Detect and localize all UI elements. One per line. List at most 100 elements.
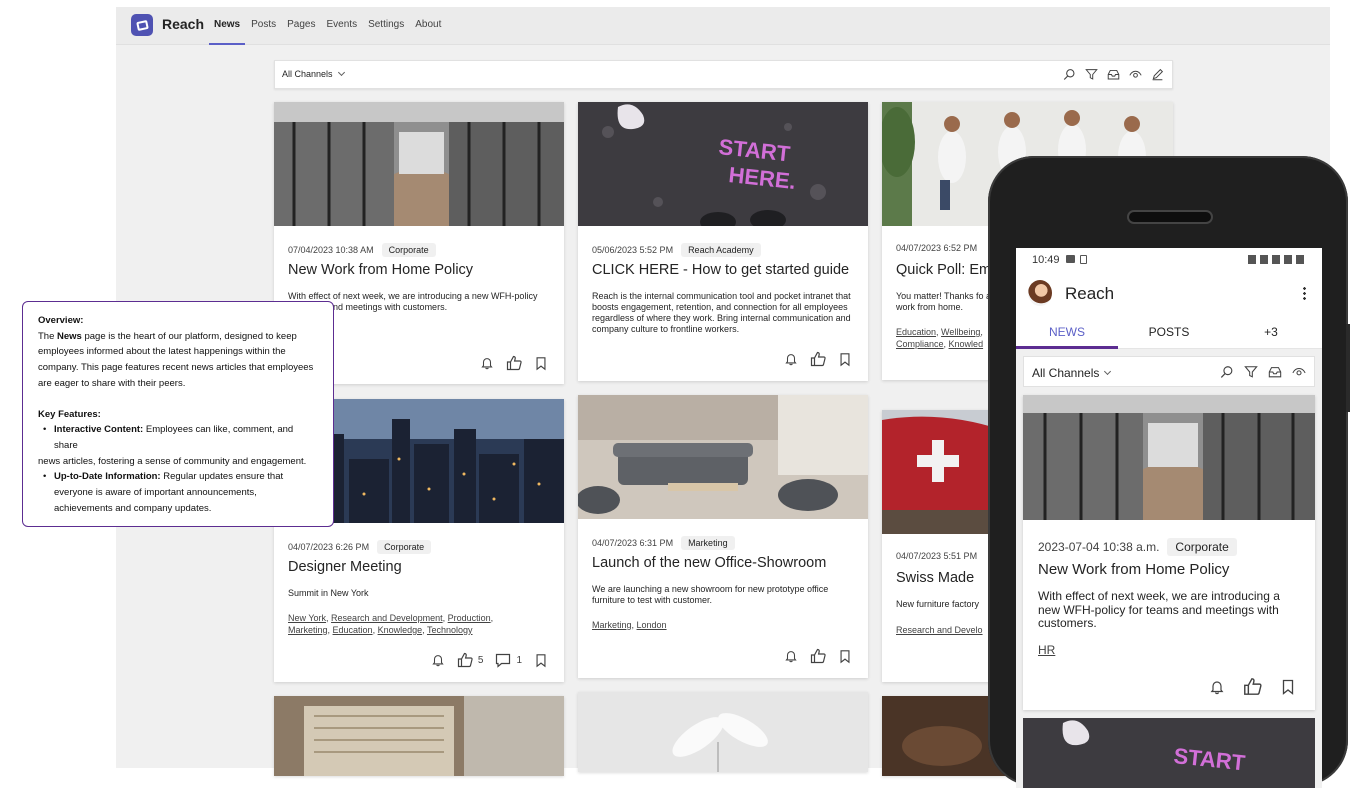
bookmark-icon[interactable] [534, 356, 548, 371]
card-title[interactable]: Launch of the new Office-Showroom [592, 555, 858, 571]
tab-news[interactable]: News [209, 7, 246, 45]
mobile-news-card[interactable]: START [1023, 718, 1315, 788]
tab-about[interactable]: About [410, 7, 446, 45]
bell-icon[interactable] [480, 356, 494, 370]
tab-events[interactable]: Events [322, 7, 363, 45]
bookmark-icon[interactable] [534, 653, 548, 668]
like-icon[interactable] [506, 355, 522, 371]
phone-speaker [1127, 210, 1213, 224]
card-summary: We are launching a new showroom for new … [592, 584, 829, 605]
edit-icon[interactable] [1151, 68, 1164, 81]
card-actions [784, 351, 852, 367]
mobile-news-card[interactable]: 2023-07-04 10:38 a.m. Corporate New Work… [1023, 395, 1315, 710]
tab-posts[interactable]: Posts [246, 7, 281, 45]
card-image-start-here: START HERE. [578, 102, 868, 226]
card-timestamp: 04/07/2023 5:51 PM [896, 551, 978, 561]
card-title[interactable]: New Work from Home Policy [1038, 561, 1305, 578]
mobile-tab-news[interactable]: NEWS [1016, 318, 1118, 349]
reach-logo-icon [131, 14, 153, 36]
news-card[interactable]: START HERE. 05/06/2023 5:52 PM Reach Aca… [578, 102, 868, 381]
news-card[interactable] [578, 692, 868, 772]
avatar[interactable] [1028, 280, 1052, 306]
bell-icon[interactable] [431, 653, 445, 667]
news-card[interactable]: 04/07/2023 6:31 PM Marketing Launch of t… [578, 395, 868, 678]
card-timestamp: 04/07/2023 6:26 PM [288, 542, 370, 552]
feature-interactive-cont: news articles, fostering a sense of comm… [38, 455, 307, 467]
eye-icon[interactable] [1292, 365, 1306, 379]
inbox-icon[interactable] [1268, 365, 1282, 379]
bookmark-icon[interactable] [838, 352, 852, 367]
mobile-tab-more[interactable]: +3 [1220, 318, 1322, 348]
tag-link[interactable]: Technology [427, 625, 473, 635]
nav-tabs: News Posts Pages Events Settings About [209, 7, 447, 45]
filter-icon[interactable] [1085, 68, 1098, 81]
mobile-app-bar: Reach [1016, 272, 1322, 318]
app-header: Reach News Posts Pages Events Settings A… [116, 7, 1330, 45]
tag-link[interactable]: HR [1038, 643, 1055, 657]
filter-actions [1063, 68, 1164, 81]
tab-settings[interactable]: Settings [363, 7, 409, 45]
mobile-filter-actions [1220, 365, 1306, 379]
like-icon[interactable] [457, 652, 473, 668]
search-icon[interactable] [1063, 68, 1076, 81]
like-icon[interactable] [810, 648, 826, 664]
channel-dropdown[interactable]: All Channels [282, 68, 345, 79]
card-meta: 04/07/2023 6:26 PM Corporate [288, 540, 432, 554]
tag-link[interactable]: Research and Development [331, 613, 443, 623]
card-title[interactable]: Designer Meeting [288, 559, 554, 575]
card-meta: 07/04/2023 10:38 AM Corporate [288, 243, 436, 257]
search-icon[interactable] [1220, 365, 1234, 379]
mobile-channel-dropdown[interactable]: All Channels [1032, 366, 1112, 380]
card-image-start-here: START [1023, 718, 1315, 788]
card-meta: 04/07/2023 6:31 PM Marketing [592, 536, 735, 550]
bookmark-icon[interactable] [1280, 678, 1296, 696]
feature-interactive: Interactive Content: Employees can like,… [38, 422, 318, 453]
overview-heading: Overview: [38, 315, 84, 326]
bell-icon[interactable] [784, 649, 798, 663]
tag-link[interactable]: Knowled [949, 339, 984, 349]
more-icon[interactable] [1303, 286, 1306, 300]
inbox-icon[interactable] [1107, 68, 1120, 81]
phone-screen: 10:49 Reach NEWS POSTS +3 All Channels 2… [1016, 248, 1322, 788]
tag-link[interactable]: Marketing [288, 625, 328, 635]
overview-panel: Overview: The News page is the heart of … [22, 301, 334, 527]
card-image-office-hallway [274, 102, 564, 226]
card-tags: New York, Research and Development, Prod… [288, 613, 494, 635]
eye-icon[interactable] [1129, 68, 1142, 81]
tab-pages[interactable]: Pages [282, 7, 320, 45]
mobile-app-title: Reach [1065, 284, 1115, 303]
card-actions [1209, 677, 1296, 696]
category-badge: Reach Academy [681, 243, 761, 257]
category-badge: Marketing [681, 536, 735, 550]
bookmark-icon[interactable] [838, 649, 852, 664]
bell-icon[interactable] [1209, 679, 1225, 695]
card-meta: 2023-07-04 10:38 a.m. Corporate [1038, 538, 1237, 556]
card-title[interactable]: New Work from Home Policy [288, 262, 554, 278]
tag-link[interactable]: Knowledge [378, 625, 423, 635]
feature-uptodate: Up-to-Date Information: Regular updates … [38, 469, 318, 516]
tag-link[interactable]: New York [288, 613, 326, 623]
bell-icon[interactable] [784, 352, 798, 366]
card-meta: 04/07/2023 5:51 PM [896, 551, 977, 561]
like-icon[interactable] [810, 351, 826, 367]
card-title[interactable]: CLICK HERE - How to get started guide [592, 262, 858, 278]
news-card[interactable] [274, 696, 564, 776]
tag-link[interactable]: Compliance [896, 339, 944, 349]
mobile-tab-posts[interactable]: POSTS [1118, 318, 1220, 348]
overview-text: The News page is the heart of our platfo… [38, 330, 314, 389]
card-actions [480, 355, 548, 371]
comment-icon[interactable] [495, 652, 511, 668]
card-tags: HR [1038, 644, 1301, 656]
tag-link[interactable]: Wellbeing [941, 327, 980, 337]
tag-link[interactable]: Marketing [592, 620, 632, 630]
tag-link[interactable]: London [637, 620, 667, 630]
tag-link[interactable]: Education [333, 625, 373, 635]
category-badge: Corporate [381, 243, 436, 257]
tag-link[interactable]: Education [896, 327, 936, 337]
filter-icon[interactable] [1244, 365, 1258, 379]
mobile-channel-label: All Channels [1032, 366, 1100, 380]
tag-link[interactable]: Production [448, 613, 491, 623]
like-icon[interactable] [1243, 677, 1262, 696]
tag-link[interactable]: Research and Develo [896, 625, 983, 635]
status-icons [1248, 255, 1306, 264]
